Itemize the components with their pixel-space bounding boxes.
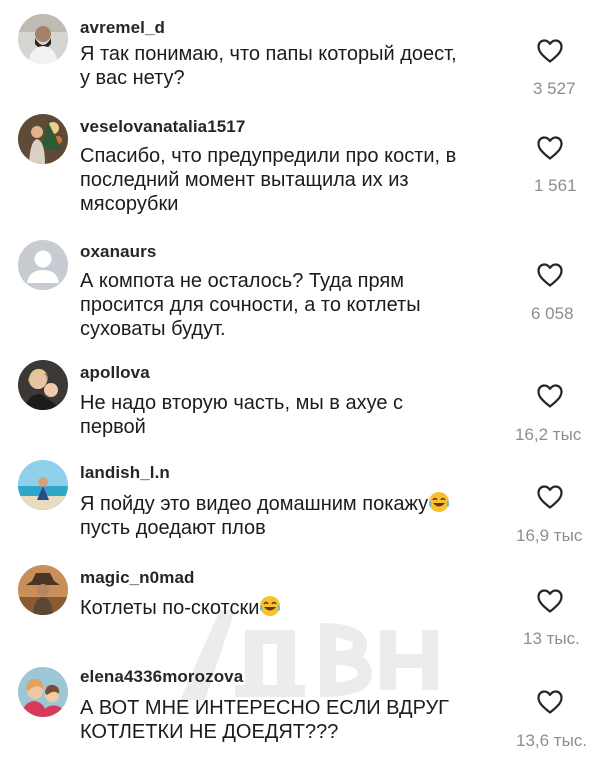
like-count: 16,9 тыс xyxy=(516,526,583,545)
avatar[interactable] xyxy=(18,240,68,290)
heart-icon[interactable] xyxy=(536,262,564,288)
like-count: 3 527 xyxy=(533,79,576,98)
comment-username[interactable]: magic_n0mad xyxy=(80,568,194,588)
comment-text-line: Я так понимаю, что папы который доест, xyxy=(80,43,457,65)
comment-text-line: просится для сочности, а то котлеты xyxy=(80,294,421,316)
heart-icon[interactable] xyxy=(536,588,564,614)
heart-icon[interactable] xyxy=(536,135,564,161)
comment-text: Не надо вторую часть, мы в ахуе с первой xyxy=(80,391,500,439)
comment-text-line: у вас нету? xyxy=(80,67,185,89)
heart-icon[interactable] xyxy=(536,484,564,510)
comment-username[interactable]: elena4336morozova xyxy=(80,667,243,687)
comment-text-line: первой xyxy=(80,416,146,438)
like-count: 6 058 xyxy=(531,304,574,323)
avatar[interactable] xyxy=(18,667,68,717)
avatar[interactable] xyxy=(18,360,68,410)
comment-text-line: Я пойду это видео домашним покажу xyxy=(80,491,500,516)
comment-text-fragment: Я пойду это видео домашним покажу xyxy=(80,493,429,515)
comment-username[interactable]: landish_l.n xyxy=(80,463,170,483)
face-with-tears-of-joy-icon xyxy=(429,492,450,512)
comment-username[interactable]: veselovanatalia1517 xyxy=(80,117,245,137)
comment-text: А компота не осталось? Туда прям проситс… xyxy=(80,269,500,341)
like-count: 16,2 тыс xyxy=(515,425,582,444)
comment-text: Я пойду это видео домашним покажу пусть … xyxy=(80,491,500,540)
comment-text-line: Спасибо, что предупредили про кости, в xyxy=(80,145,457,167)
comment-text: Я так понимаю, что папы который доест, у… xyxy=(80,42,500,90)
comment-text-line: суховаты будут. xyxy=(80,318,226,340)
comment-username[interactable]: avremel_d xyxy=(80,18,165,38)
avatar[interactable] xyxy=(18,565,68,615)
comment-text: Котлеты по-скотски xyxy=(80,595,500,620)
like-count: 1 561 xyxy=(534,176,577,195)
comment-text-line: мясорубки xyxy=(80,193,179,215)
comment-username[interactable]: oxanaurs xyxy=(80,242,156,262)
comment-text-line: А ВОТ МНЕ ИНТЕРЕСНО ЕСЛИ ВДРУГ xyxy=(80,697,450,719)
comment-text-line: КОТЛЕТКИ НЕ ДОЕДЯТ??? xyxy=(80,721,339,743)
comment-text-fragment: Котлеты по-скотски xyxy=(80,597,260,619)
like-count: 13 тыс. xyxy=(523,629,580,648)
avatar[interactable] xyxy=(18,460,68,510)
comment-text-line: Не надо вторую часть, мы в ахуе с xyxy=(80,392,404,414)
like-count: 13,6 тыс. xyxy=(516,731,588,750)
heart-icon[interactable] xyxy=(536,689,564,715)
comment-text-line: пусть доедают плов xyxy=(80,517,266,539)
comment-text-line: Котлеты по-скотски xyxy=(80,595,500,620)
face-with-tears-of-joy-icon xyxy=(260,596,281,616)
heart-icon[interactable] xyxy=(536,38,564,64)
comment-text-line: последний момент вытащила их из xyxy=(80,169,409,191)
comment-text-line: А компота не осталось? Туда прям xyxy=(80,270,404,292)
avatar[interactable] xyxy=(18,114,68,164)
heart-icon[interactable] xyxy=(536,383,564,409)
comment-text: Спасибо, что предупредили про кости, в п… xyxy=(80,144,500,216)
comment-text: А ВОТ МНЕ ИНТЕРЕСНО ЕСЛИ ВДРУГ КОТЛЕТКИ … xyxy=(80,696,500,744)
comment-username[interactable]: apollova xyxy=(80,363,150,383)
avatar[interactable] xyxy=(18,14,68,64)
